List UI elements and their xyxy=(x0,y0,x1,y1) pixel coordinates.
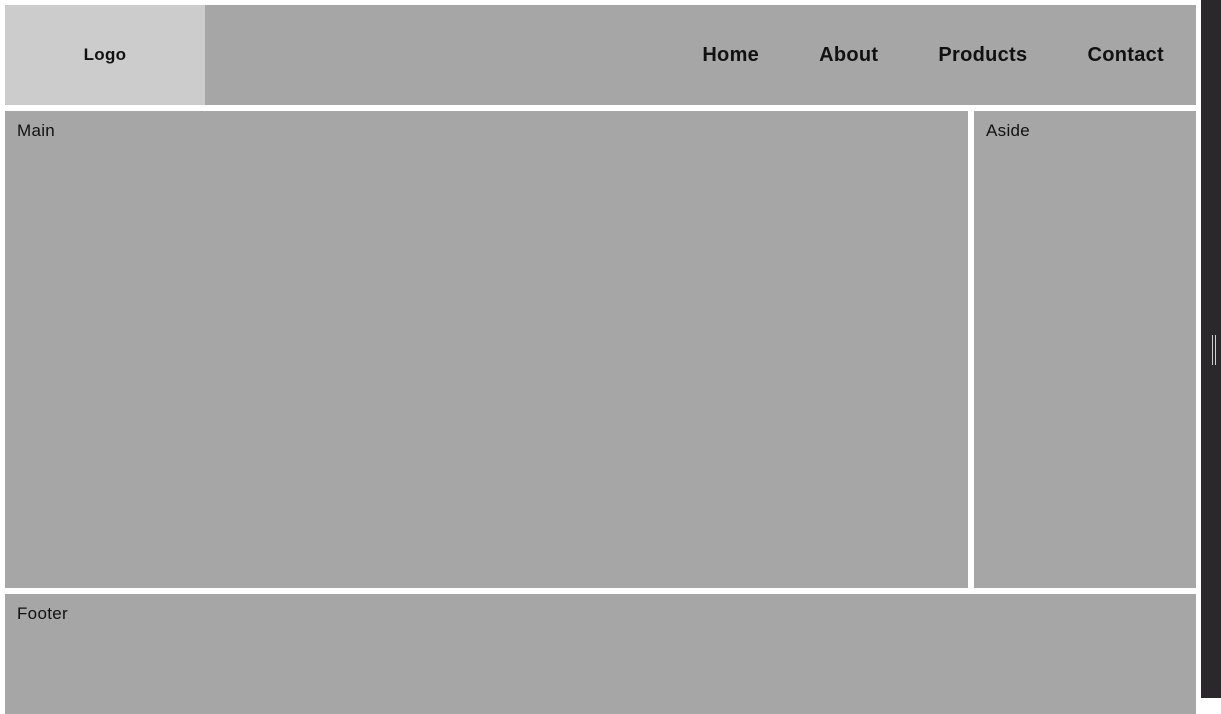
footer-region: Footer xyxy=(5,594,1196,714)
page-layout: Logo Home About Products Contact Main As… xyxy=(0,0,1201,714)
footer-label: Footer xyxy=(17,604,1184,624)
nav-item-home[interactable]: Home xyxy=(702,44,759,67)
aside-label: Aside xyxy=(986,121,1184,141)
nav-item-contact[interactable]: Contact xyxy=(1087,44,1164,67)
logo[interactable]: Logo xyxy=(5,5,205,105)
header: Logo Home About Products Contact xyxy=(5,5,1196,105)
main-label: Main xyxy=(17,121,956,141)
nav: Home About Products Contact xyxy=(702,44,1196,67)
main-region: Main xyxy=(5,111,968,588)
aside-region: Aside xyxy=(974,111,1196,588)
scrollbar-handle-icon[interactable] xyxy=(1212,335,1216,365)
scrollbar-track[interactable] xyxy=(1201,0,1221,698)
content-row: Main Aside xyxy=(5,111,1196,588)
nav-item-about[interactable]: About xyxy=(819,44,878,67)
nav-item-products[interactable]: Products xyxy=(938,44,1027,67)
